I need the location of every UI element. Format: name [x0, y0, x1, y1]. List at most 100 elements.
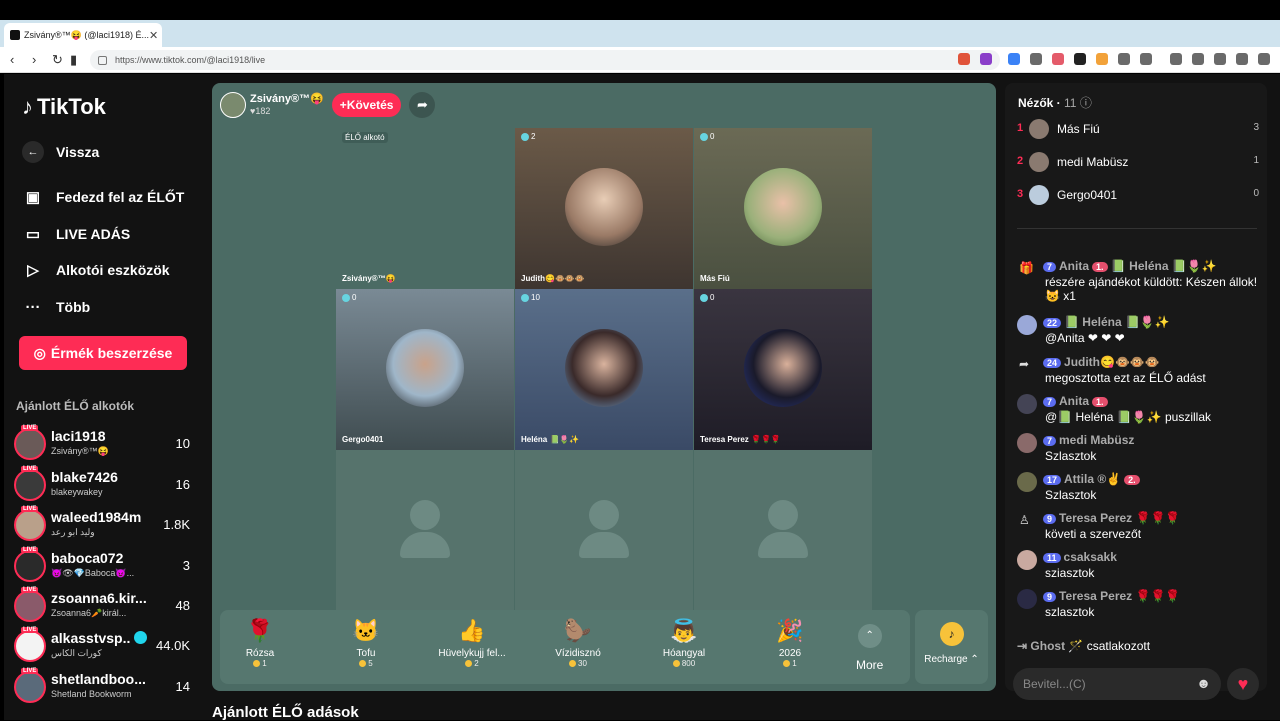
top-viewer[interactable]: 2 medi Mabüsz 1 [1017, 150, 1259, 174]
guest-avatar [565, 329, 643, 407]
gift-name: Rózsa [245, 648, 275, 659]
gift-item[interactable]: 👼 Hóangyal 800 [634, 618, 734, 668]
extension-icon[interactable] [1008, 53, 1020, 65]
gift-item[interactable]: 🌹 Rózsa 1 [210, 618, 310, 668]
creator-name: baboca072 [51, 550, 124, 566]
recommended-creators-title: Ajánlott ÉLŐ alkotók [16, 399, 135, 413]
guest-cell-host[interactable]: ÉLŐ alkotó Zsivány®™😝 [336, 128, 514, 289]
avatar [1029, 152, 1049, 172]
sidebar-icon[interactable] [1192, 53, 1204, 65]
extension-icon[interactable] [1140, 53, 1152, 65]
empty-guest-slot[interactable] [336, 450, 514, 611]
viewer-count: 16 [175, 477, 190, 492]
extension-icon[interactable] [1118, 53, 1130, 65]
reload-icon[interactable]: ↻ [52, 52, 63, 68]
like-heart-icon[interactable]: ♥ [1227, 668, 1259, 700]
extensions-icon[interactable] [1236, 53, 1248, 65]
avatar [1017, 315, 1037, 335]
gift-name: Hóangyal [662, 648, 706, 659]
live-badge: LIVE [21, 425, 39, 431]
recharge-button[interactable]: ♪ Recharge ⌃ [915, 610, 988, 684]
creator-name: shetlandboo... [51, 671, 146, 687]
gift-name: Tofu [356, 648, 376, 659]
rose-icon: 🌹 [246, 618, 274, 643]
viewer-count: 3 [182, 558, 190, 573]
forward-arrow-icon[interactable]: › [32, 52, 36, 67]
get-coins-button[interactable]: ◎ Érmék beszerzése [19, 336, 187, 370]
avatar [1017, 472, 1037, 492]
live-stream-player[interactable]: Zsivány®™😝 ♥182 +Követés ➦ ÉLŐ alkotó Zsi… [212, 83, 996, 691]
empty-guest-slot[interactable] [694, 450, 872, 611]
help-icon[interactable]: ⓘ [1080, 96, 1092, 110]
share-icon: ➦ [1019, 357, 1030, 371]
browser-tab[interactable]: Zsivány®™😝 (@laci1918) É... ✕ [4, 23, 162, 47]
guest-cell[interactable]: 10 Heléna 📗🌷✨ [515, 289, 693, 450]
guest-name: Teresa Perez 🌹🌹🌹 [700, 435, 781, 444]
emoji-icon[interactable]: ☻ [1196, 675, 1211, 691]
nav-label: Több [56, 299, 91, 315]
nav-label: Alkotói eszközök [56, 262, 170, 278]
bookmark-icon[interactable]: ▮ [70, 52, 77, 68]
avatar [1017, 550, 1037, 570]
gift-item[interactable]: 🎉 2026 1 [740, 618, 840, 668]
creator-item[interactable]: LIVE shetlandboo... Shetland Bookworm 14 [14, 668, 194, 705]
host-name[interactable]: Zsivány®™😝 [250, 93, 324, 105]
share-icon[interactable]: ➦ [409, 92, 436, 118]
back-arrow-icon[interactable]: ‹ [10, 52, 14, 67]
close-tab-icon[interactable]: ✕ [149, 29, 158, 42]
nav-explore-live[interactable]: ▣ Fedezd fel az ÉLŐT [22, 186, 184, 208]
more-gifts-button[interactable]: ⌃ More [856, 624, 883, 672]
person-placeholder-icon [410, 500, 440, 530]
follow-button[interactable]: +Követés [331, 93, 402, 117]
guest-cell[interactable]: 0 Teresa Perez 🌹🌹🌹 [694, 289, 872, 450]
nav-live[interactable]: ▭ LIVE ADÁS [22, 223, 130, 245]
gift-item[interactable]: 🐱 Tofu 5 [316, 618, 416, 668]
guest-cell[interactable]: 0 Más Fiú [694, 128, 872, 289]
enter-icon: ⇥ [1017, 639, 1028, 653]
url-field[interactable]: https://www.tiktok.com/@laci1918/live [90, 50, 1000, 70]
extension-icon[interactable] [1052, 53, 1064, 65]
menu-icon[interactable] [1258, 53, 1270, 65]
ellipsis-icon: ··· [25, 298, 41, 316]
host-avatar[interactable] [220, 92, 246, 118]
creator-item[interactable]: LIVE laci1918 Zsivány®™😝 10 [14, 425, 194, 462]
guest-cell[interactable]: 2 Judith😋🐵🐵🐵 [515, 128, 693, 289]
extension-icon[interactable] [1074, 53, 1086, 65]
nav-more[interactable]: ··· Több [22, 296, 91, 318]
rewards-icon[interactable] [980, 53, 992, 65]
creator-name: zsoanna6.kir... [51, 590, 147, 606]
creator-item[interactable]: LIVE alkasstvsp... كورات الكاس 44.0K [14, 627, 194, 664]
tofu-cat-icon: 🐱 [352, 618, 380, 643]
avatar [1017, 433, 1037, 453]
creator-item[interactable]: LIVE blake7426 blakeywakey 16 [14, 466, 194, 503]
guest-score: 0 [700, 132, 714, 141]
gift-name: 2026 [778, 648, 802, 659]
site-info-icon[interactable] [98, 55, 107, 65]
wallet-icon[interactable] [1214, 53, 1226, 65]
gift-item[interactable]: 🦫 Vízidisznó 30 [528, 618, 628, 668]
media-icon[interactable] [1170, 53, 1182, 65]
extension-icon[interactable] [1030, 53, 1042, 65]
nav-creator-tools[interactable]: ▷ Alkotói eszközök [22, 259, 170, 281]
extension-icon[interactable] [1096, 53, 1108, 65]
guest-cell[interactable]: 0 Gergo0401 [336, 289, 514, 450]
avatar [14, 550, 46, 582]
creator-item[interactable]: LIVE zsoanna6.kir... Zsoanna6🥕királ... 48 [14, 587, 194, 624]
tiktok-logo[interactable]: ♪ TikTok [22, 94, 106, 120]
chat-input[interactable]: Bevitel...(C) ☻ [1013, 668, 1221, 700]
live-creator-label: ÉLŐ alkotó [342, 132, 388, 143]
creator-nickname: blakeywakey [51, 487, 103, 497]
person-placeholder-icon [589, 500, 619, 530]
top-viewer[interactable]: 1 Más Fiú 3 [1017, 117, 1259, 141]
back-arrow-icon: ← [22, 141, 44, 163]
gift-item[interactable]: 👍 Hüvelykujj fel... 2 [422, 618, 522, 668]
top-viewer[interactable]: 3 Gergo0401 0 [1017, 183, 1259, 207]
tab-title: Zsivány®™😝 (@laci1918) É... [24, 29, 150, 40]
viewer-count: 1.8K [163, 517, 190, 532]
empty-guest-slot[interactable] [515, 450, 693, 611]
brave-shield-icon[interactable] [958, 53, 970, 65]
creator-item[interactable]: LIVE baboca072 😈👁💎Baboca😈... 3 [14, 547, 194, 584]
back-button[interactable]: ← Vissza [22, 141, 99, 163]
viewer-count: 44.0K [156, 638, 190, 653]
creator-item[interactable]: LIVE waleed1984m وليد ابو رعد 1.8K [14, 506, 194, 543]
